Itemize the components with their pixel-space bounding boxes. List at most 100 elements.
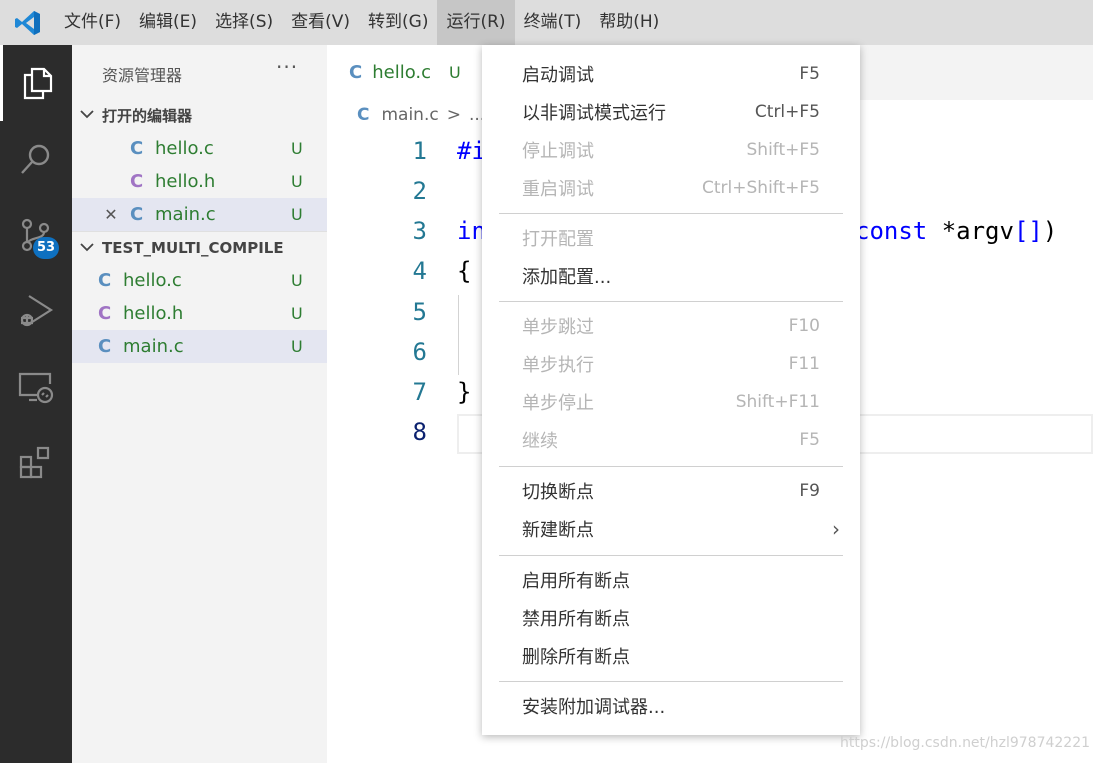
menu-file[interactable]: 文件(F) [55, 0, 130, 45]
c-file-icon: C [130, 138, 144, 159]
menu-step-over[interactable]: 单步跳过 F10 [482, 307, 860, 345]
menu-add-configuration[interactable]: 添加配置... [482, 257, 860, 295]
extensions-icon[interactable] [0, 425, 72, 501]
menu-separator [499, 466, 843, 467]
remote-explorer-icon[interactable] [0, 349, 72, 425]
line-number: 7 [412, 378, 427, 406]
menu-run[interactable]: 运行(R) [437, 0, 515, 45]
menu-edit[interactable]: 编辑(E) [130, 0, 206, 45]
menu-new-breakpoint[interactable]: 新建断点 › [482, 510, 860, 548]
status-untracked: U [291, 172, 303, 191]
file-name: main.c [155, 204, 216, 225]
open-editors-section[interactable]: 打开的编辑器 [72, 99, 327, 131]
menu-toggle-breakpoint[interactable]: 切换断点 F9 [482, 472, 860, 510]
status-untracked: U [291, 139, 303, 158]
menu-run-without-debugging[interactable]: 以非调试模式运行 Ctrl+F5 [482, 93, 860, 131]
status-untracked: U [291, 337, 303, 356]
c-file-icon: C [98, 270, 112, 291]
line-number: 1 [412, 137, 427, 165]
explorer-sidebar: 资源管理器 ··· 打开的编辑器 C hello.c U C hello.h U… [72, 45, 327, 763]
menu-separator [499, 301, 843, 302]
menu-install-additional-debuggers[interactable]: 安装附加调试器... [482, 687, 860, 725]
menu-terminal[interactable]: 终端(T) [515, 0, 591, 45]
menu-continue[interactable]: 继续 F5 [482, 421, 860, 459]
open-editor-hello-c[interactable]: C hello.c U [72, 132, 327, 165]
menu-go[interactable]: 转到(G) [359, 0, 437, 45]
more-actions-icon[interactable]: ··· [276, 55, 298, 79]
open-editor-main-c[interactable]: ✕ C main.c U [72, 198, 327, 231]
menu-separator [499, 213, 843, 214]
menu-start-debugging[interactable]: 启动调试 F5 [482, 55, 860, 93]
file-name: hello.c [123, 270, 182, 291]
line-number: 5 [412, 298, 427, 326]
tab-hello-c[interactable]: C hello.c U [327, 45, 487, 100]
tree-file-main-c[interactable]: C main.c U [72, 330, 327, 363]
menu-item-label: 继续 [522, 431, 558, 452]
close-icon[interactable]: ✕ [97, 205, 125, 224]
activity-bar: 53 [0, 45, 72, 763]
line-number: 8 [412, 418, 427, 446]
menu-item-label: 停止调试 [522, 141, 594, 162]
open-editors-header: 打开的编辑器 [102, 106, 193, 125]
menu-disable-all-breakpoints[interactable]: 禁用所有断点 [482, 599, 860, 637]
shortcut: F10 [788, 316, 820, 336]
menu-view[interactable]: 查看(V) [282, 0, 359, 45]
search-icon[interactable] [0, 121, 72, 197]
tree-file-hello-c[interactable]: C hello.c U [72, 264, 327, 297]
menu-item-label: 重启调试 [522, 179, 594, 200]
file-name: hello.h [155, 171, 216, 192]
menu-item-label: 新建断点 [522, 520, 594, 541]
c-file-icon: C [357, 105, 370, 125]
shortcut: F11 [788, 354, 820, 374]
folder-section[interactable]: TEST_MULTI_COMPILE [72, 231, 327, 263]
h-file-icon: C [130, 171, 144, 192]
menu-item-label: 添加配置... [522, 267, 612, 288]
explorer-icon[interactable] [0, 45, 72, 121]
menu-item-label: 启用所有断点 [522, 571, 630, 592]
source-control-icon[interactable]: 53 [0, 197, 72, 273]
sidebar-title: 资源管理器 [102, 66, 183, 85]
indent-guide [458, 295, 459, 375]
status-untracked: U [449, 63, 461, 82]
menu-step-out[interactable]: 单步停止 Shift+F11 [482, 383, 860, 421]
scm-count-badge: 53 [33, 237, 60, 259]
tab-label: hello.c [372, 62, 432, 83]
chevron-down-icon [72, 240, 102, 256]
menu-restart-debugging[interactable]: 重启调试 Ctrl+Shift+F5 [482, 169, 860, 207]
menu-step-into[interactable]: 单步执行 F11 [482, 345, 860, 383]
code-line-4[interactable]: { [457, 257, 471, 285]
menu-stop-debugging[interactable]: 停止调试 Shift+F5 [482, 131, 860, 169]
line-number: 2 [412, 177, 427, 205]
menu-enable-all-breakpoints[interactable]: 启用所有断点 [482, 561, 860, 599]
shortcut: F9 [799, 481, 820, 501]
code-token: [] [1013, 217, 1043, 245]
open-editor-hello-h[interactable]: C hello.h U [72, 165, 327, 198]
menu-item-label: 禁用所有断点 [522, 609, 630, 630]
menu-item-label: 单步跳过 [522, 317, 594, 338]
menu-open-configurations[interactable]: 打开配置 [482, 219, 860, 257]
status-untracked: U [291, 271, 303, 290]
tree-file-hello-h[interactable]: C hello.h U [72, 297, 327, 330]
code-line-3-tail[interactable]: const *argv[]) [855, 217, 1057, 245]
menu-selection[interactable]: 选择(S) [206, 0, 282, 45]
code-token: ) [1042, 217, 1058, 245]
code-token: *argv [927, 217, 1014, 245]
watermark: https://blog.csdn.net/hzl978742221 [840, 735, 1091, 751]
c-file-icon: C [130, 204, 144, 225]
chevron-down-icon [72, 107, 102, 123]
menu-item-label: 启动调试 [522, 65, 594, 86]
menu-help[interactable]: 帮助(H) [590, 0, 668, 45]
menu-item-label: 安装附加调试器... [522, 697, 666, 718]
menu-item-label: 单步停止 [522, 393, 594, 414]
code-line-7[interactable]: } [457, 378, 471, 406]
run-debug-icon[interactable] [0, 273, 72, 349]
file-name: hello.c [155, 138, 214, 159]
breadcrumb-file[interactable]: main.c [381, 105, 438, 125]
c-file-icon: C [349, 62, 363, 83]
shortcut: Shift+F11 [735, 392, 820, 412]
line-number: 4 [412, 257, 427, 285]
menu-bar: 文件(F) 编辑(E) 选择(S) 查看(V) 转到(G) 运行(R) 终端(T… [0, 0, 1093, 45]
menu-remove-all-breakpoints[interactable]: 删除所有断点 [482, 637, 860, 675]
breadcrumb[interactable]: C main.c > ... [357, 103, 485, 127]
shortcut: Ctrl+F5 [754, 102, 820, 122]
